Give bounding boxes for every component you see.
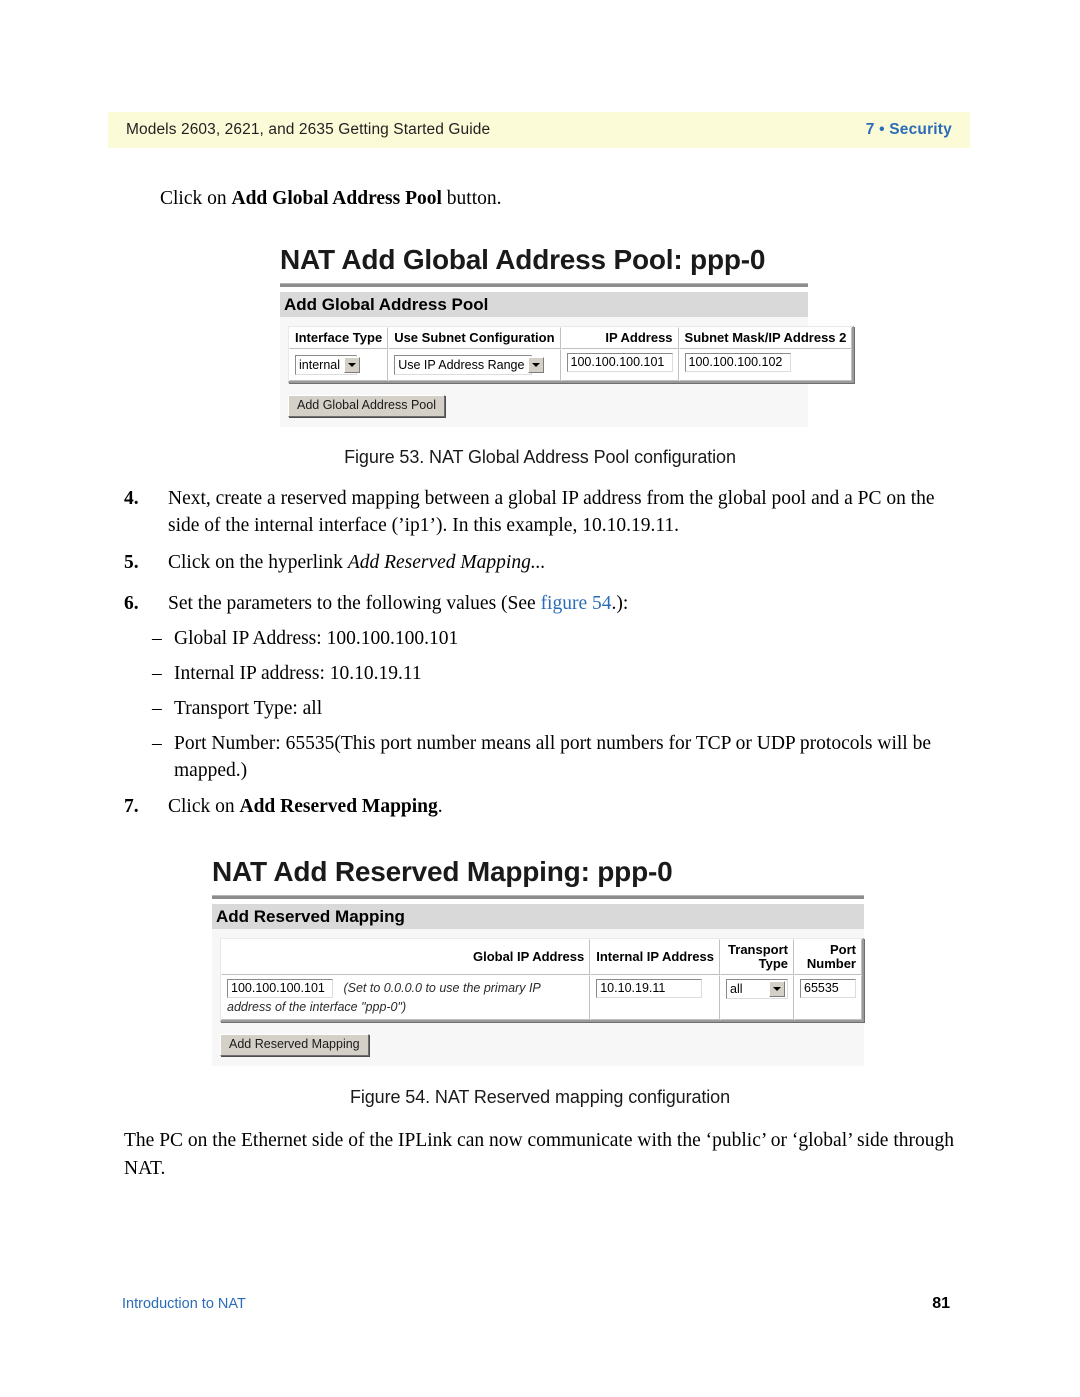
column-header-use-subnet-configuration: Use Subnet Configuration	[388, 327, 561, 349]
cell-subnet-mask-ip-address-2: 100.100.100.102	[678, 349, 853, 381]
interface-type-value: internal	[299, 357, 340, 372]
chevron-down-icon[interactable]	[344, 357, 360, 373]
bullet-dash-icon: –	[152, 663, 162, 684]
intro-suffix: button.	[441, 188, 502, 209]
transport-type-value: all	[730, 981, 743, 996]
reserved-mapping-table: Global IP Address Internal IP Address Tr…	[220, 938, 864, 1022]
step-4-number: 4.	[124, 488, 139, 509]
column-header-global-ip-address: Global IP Address	[221, 939, 591, 975]
add-global-address-pool-panel-header: Add Global Address Pool	[280, 292, 808, 317]
bullet-port-number-text: Port Number: 65535(This port number mean…	[174, 733, 931, 781]
step-5-italic-link-label: Add Reserved Mapping...	[347, 552, 546, 573]
bullet-global-ip-address: – Global IP Address: 100.100.100.101	[152, 625, 952, 652]
table-input-row: 100.100.100.101 (Set to 0.0.0.0 to use t…	[221, 975, 862, 1020]
bullet-transport-type: – Transport Type: all	[152, 695, 952, 722]
step-7-plain: Click on	[168, 796, 240, 817]
port-number-input[interactable]: 65535	[800, 979, 856, 998]
add-global-address-pool-panel-body: Interface Type Use Subnet Configuration …	[280, 317, 855, 427]
global-address-pool-table: Interface Type Use Subnet Configuration …	[288, 326, 855, 383]
bullet-dash-icon: –	[152, 698, 162, 719]
step-5-text: Click on the hyperlink Add Reserved Mapp…	[168, 549, 964, 576]
step-4: 4. Next, create a reserved mapping betwe…	[124, 485, 964, 539]
bullet-dash-icon: –	[152, 733, 162, 754]
step-7-text: Click on Add Reserved Mapping.	[168, 793, 964, 820]
running-header: Models 2603, 2621, and 2635 Getting Star…	[108, 112, 970, 148]
step-5-number: 5.	[124, 552, 139, 573]
global-ip-address-input[interactable]: 100.100.100.101	[227, 979, 333, 998]
transport-type-select[interactable]: all	[726, 979, 788, 999]
step-7: 7. Click on Add Reserved Mapping.	[124, 793, 964, 820]
step-6: 6. Set the parameters to the following v…	[124, 590, 964, 617]
page-number: 81	[932, 1295, 950, 1312]
bullet-transport-type-text: Transport Type: all	[174, 698, 323, 719]
use-subnet-configuration-value: Use IP Address Range	[398, 357, 525, 372]
page-footer: Introduction to NAT 81	[122, 1295, 950, 1313]
figure-54-caption: Figure 54. NAT Reserved mapping configur…	[349, 1087, 731, 1107]
cell-internal-ip-address: 10.10.19.11	[590, 975, 720, 1020]
closing-paragraph: The PC on the Ethernet side of the IPLin…	[124, 1130, 954, 1179]
intro-instruction: Click on Add Global Address Pool button.	[160, 186, 502, 212]
table-input-row: internal Use IP Address Range 100.100.10…	[289, 349, 853, 381]
transport-line-2: Type	[758, 956, 788, 971]
column-header-transport-type: Transport Type	[720, 939, 794, 975]
intro-prefix: Click on	[160, 188, 232, 209]
title-divider-rule-2	[212, 895, 864, 899]
bullet-internal-ip-address: – Internal IP address: 10.10.19.11	[152, 660, 952, 687]
add-reserved-mapping-panel-header: Add Reserved Mapping	[212, 904, 864, 929]
cell-ip-address: 100.100.100.101	[560, 349, 679, 381]
transport-line-1: Transport	[728, 942, 788, 957]
bullet-dash-icon: –	[152, 628, 162, 649]
add-reserved-mapping-panel-body: Global IP Address Internal IP Address Tr…	[212, 929, 864, 1066]
bullet-port-number: – Port Number: 65535(This port number me…	[152, 730, 947, 784]
subnet-mask-ip-address-2-input[interactable]: 100.100.100.102	[684, 353, 791, 372]
intro-bold-label: Add Global Address Pool	[231, 188, 442, 209]
step-5: 5. Click on the hyperlink Add Reserved M…	[124, 549, 964, 576]
internal-ip-address-input[interactable]: 10.10.19.11	[596, 979, 703, 998]
submit-row-2: Add Reserved Mapping	[220, 1034, 864, 1056]
column-header-subnet-mask-ip-address-2: Subnet Mask/IP Address 2	[678, 327, 853, 349]
column-header-internal-ip-address: Internal IP Address	[590, 939, 720, 975]
figure-53-caption: Figure 53. NAT Global Address Pool confi…	[344, 447, 736, 467]
step-6-plain: Set the parameters to the following valu…	[168, 593, 541, 614]
table-header-row: Global IP Address Internal IP Address Tr…	[221, 939, 862, 975]
step-6-text: Set the parameters to the following valu…	[168, 590, 964, 617]
step-7-number: 7.	[124, 796, 139, 817]
nat-add-global-address-pool-title: NAT Add Global Address Pool: ppp-0	[280, 244, 766, 275]
bullet-internal-ip-address-text: Internal IP address: 10.10.19.11	[174, 663, 422, 684]
step-7-bold-label: Add Reserved Mapping	[239, 796, 438, 817]
chevron-down-icon[interactable]	[528, 357, 545, 373]
ip-address-input[interactable]: 100.100.100.101	[566, 353, 673, 372]
step-4-text: Next, create a reserved mapping between …	[168, 488, 935, 536]
submit-row-1: Add Global Address Pool	[288, 395, 808, 417]
add-reserved-mapping-button[interactable]: Add Reserved Mapping	[220, 1034, 369, 1056]
step-7-tail: .	[437, 796, 443, 817]
cell-port-number: 65535	[794, 975, 862, 1020]
table-header-row: Interface Type Use Subnet Configuration …	[289, 327, 853, 349]
nat-add-reserved-mapping-title: NAT Add Reserved Mapping: ppp-0	[212, 856, 673, 887]
port-line-1: Port	[830, 942, 856, 957]
title-divider-rule-1	[280, 283, 808, 287]
cell-use-subnet-configuration: Use IP Address Range	[388, 349, 561, 381]
add-global-address-pool-button[interactable]: Add Global Address Pool	[288, 395, 445, 417]
figure-53-screenshot: NAT Add Global Address Pool: ppp-0 Add G…	[280, 243, 855, 427]
column-header-port-number: Port Number	[794, 939, 862, 975]
step-5-plain: Click on the hyperlink	[168, 552, 348, 573]
figure-54-cross-reference-link[interactable]: figure 54	[541, 593, 612, 614]
cell-transport-type: all	[720, 975, 794, 1020]
interface-type-select[interactable]: internal	[295, 355, 360, 375]
use-subnet-configuration-select[interactable]: Use IP Address Range	[394, 355, 545, 375]
column-header-ip-address: IP Address	[560, 327, 679, 349]
cell-interface-type: internal	[289, 349, 389, 381]
header-book-title: Models 2603, 2621, and 2635 Getting Star…	[126, 121, 491, 138]
step-6-tail: .):	[611, 593, 629, 614]
port-line-2: Number	[806, 956, 856, 971]
figure-54-screenshot: NAT Add Reserved Mapping: ppp-0 Add Rese…	[212, 855, 864, 1066]
bullet-global-ip-address-text: Global IP Address: 100.100.100.101	[174, 628, 459, 649]
chevron-down-icon[interactable]	[769, 981, 785, 997]
footer-section-label: Introduction to NAT	[122, 1296, 246, 1312]
header-chapter-label: 7 • Security	[865, 121, 952, 138]
column-header-interface-type: Interface Type	[289, 327, 389, 349]
cell-global-ip-address: 100.100.100.101 (Set to 0.0.0.0 to use t…	[221, 975, 591, 1020]
step-6-number: 6.	[124, 593, 139, 614]
